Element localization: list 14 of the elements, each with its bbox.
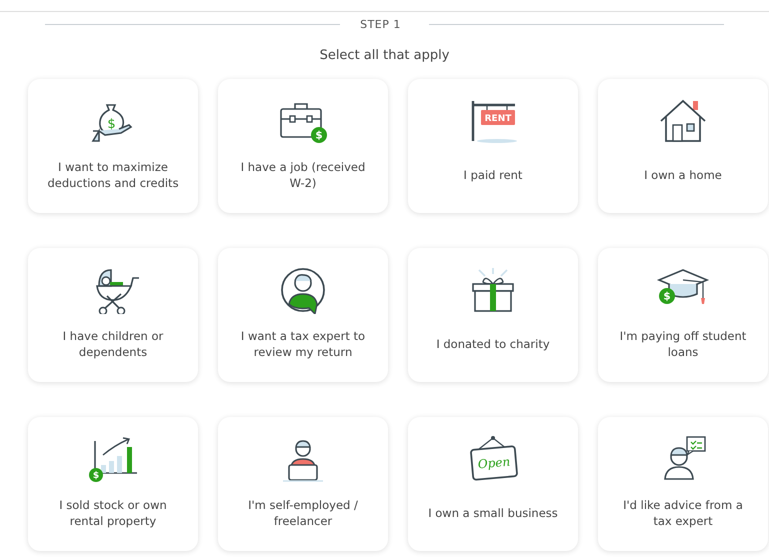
option-card[interactable]: $ I want to maximize deductions and credits (28, 79, 198, 213)
instruction-text: Select all that apply (320, 48, 450, 65)
option-card[interactable]: I own a home (598, 79, 768, 213)
option-card[interactable]: I'd like advice from a tax expert (598, 417, 768, 551)
option-card[interactable]: $ I'm paying off student loans (598, 248, 768, 382)
step-label: STEP 1 (359, 18, 402, 30)
option-card[interactable]: $ I have a job (received W-2) (218, 79, 388, 213)
option-card[interactable]: Open I own a small business (408, 417, 578, 551)
option-card[interactable]: $ I sold stock or own rental property (28, 417, 198, 551)
option-card[interactable]: I have children or dependents (28, 248, 198, 382)
option-card[interactable]: I donated to charity (408, 248, 578, 382)
option-card[interactable]: I'm self-employed / freelancer (218, 417, 388, 551)
option-card[interactable]: RENT I paid rent (408, 79, 578, 213)
option-card[interactable]: I want a tax expert to review my return (218, 248, 388, 382)
